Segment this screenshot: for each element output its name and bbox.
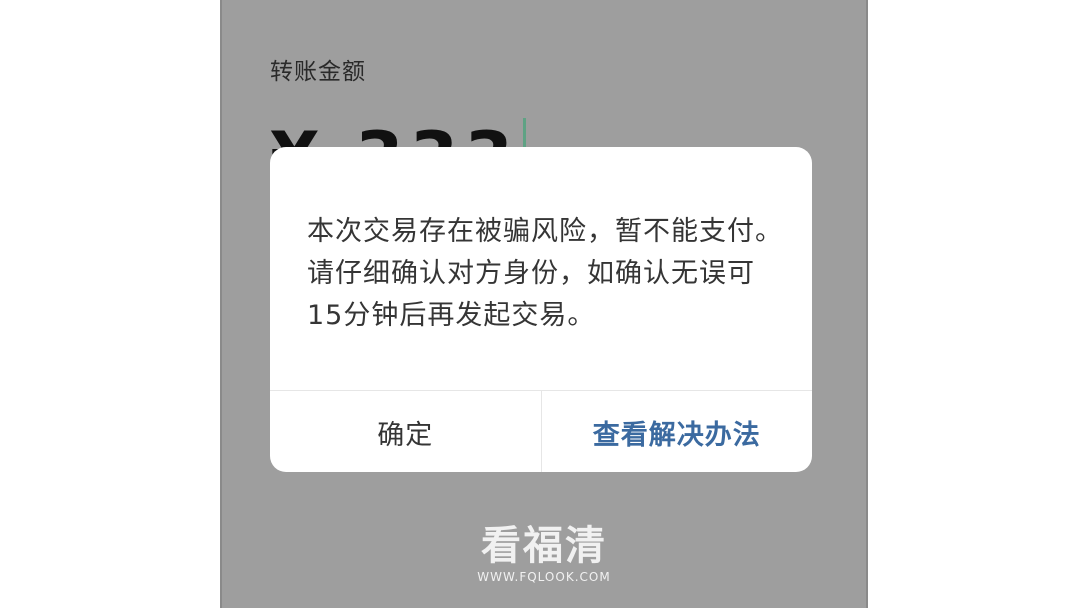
screenshot-stage: 转账金额 ¥ 333 看福清 WWW.FQLOOK.COM 本次交易存在被骗风险… [0, 0, 1080, 608]
watermark-logo: 看福清 [481, 523, 607, 569]
transfer-amount-label: 转账金额 [270, 59, 366, 85]
watermark-url: WWW.FQLOOK.COM [477, 570, 611, 584]
screen-edge-left [220, 0, 222, 608]
confirm-button[interactable]: 确定 [270, 391, 542, 472]
risk-warning-dialog: 本次交易存在被骗风险，暂不能支付。请仔细确认对方身份，如确认无误可15分钟后再发… [270, 147, 812, 472]
watermark: 看福清 WWW.FQLOOK.COM [220, 522, 868, 584]
screen-edge-right [866, 0, 868, 608]
dialog-actions: 确定 查看解决办法 [270, 390, 812, 472]
view-solution-button[interactable]: 查看解决办法 [542, 391, 813, 472]
dialog-message: 本次交易存在被骗风险，暂不能支付。请仔细确认对方身份，如确认无误可15分钟后再发… [307, 216, 783, 331]
